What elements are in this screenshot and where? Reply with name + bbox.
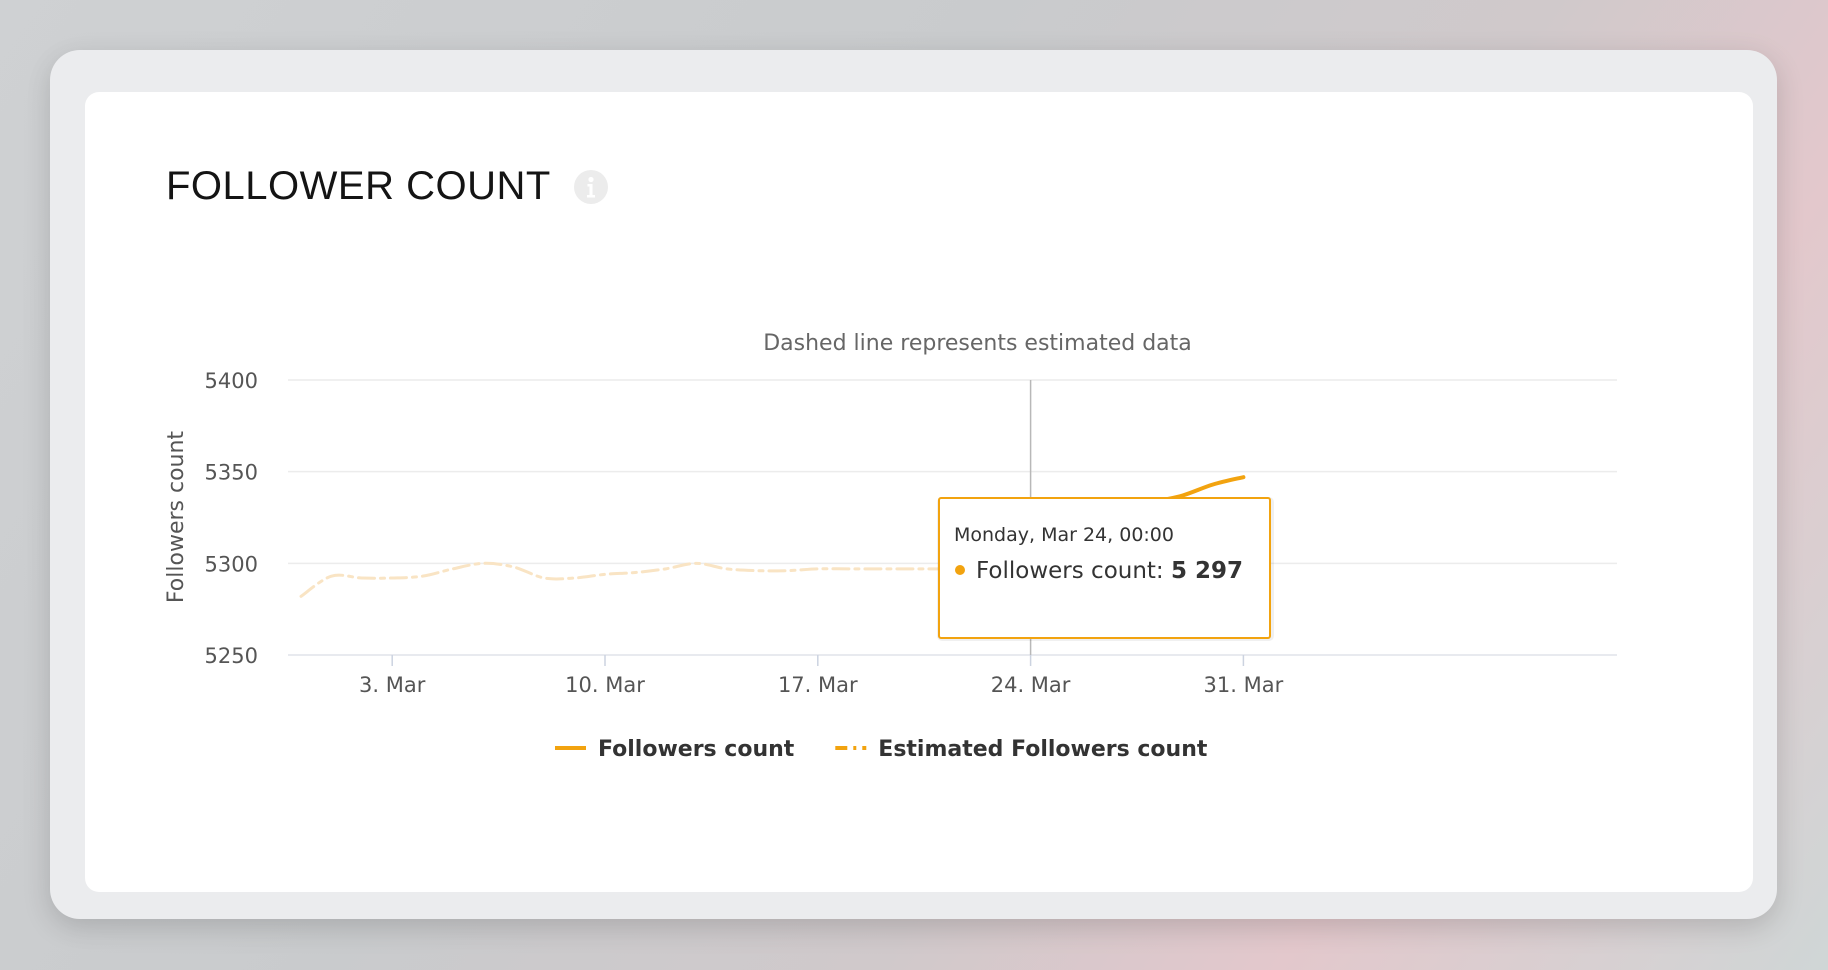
x-tick-label: 24. Mar [991,673,1071,697]
x-tick-label: 10. Mar [565,673,645,697]
tooltip-series-text: Followers count: 5 297 [976,558,1243,584]
y-tick-label: 5250 [205,644,258,668]
y-axis-label: Followers count [164,431,189,603]
legend: Followers count Estimated Followers count [555,737,1208,762]
series-line-estimated [299,561,1033,598]
tooltip-value: 5 297 [1171,558,1243,584]
chart-subtitle: Dashed line represents estimated data [763,331,1192,356]
tooltip-bullet-dot [955,565,965,575]
x-tick-label: 3. Mar [359,673,426,697]
tooltip: Monday, Mar 24, 00:00 Followers count: 5 … [937,497,1274,641]
legend-label: Estimated Followers count [878,737,1208,762]
tooltip-header: Monday, Mar 24, 00:00 [954,524,1174,546]
y-tick-label: 5400 [205,369,258,393]
x-tick-label: 17. Mar [778,673,858,697]
legend-label: Followers count [598,737,795,762]
follower-chart: Dashed line represents estimated data 525… [164,331,1617,762]
x-tick-label: 31. Mar [1204,673,1284,697]
y-tick-label: 5350 [205,461,258,485]
y-tick-label: 5300 [205,552,258,576]
